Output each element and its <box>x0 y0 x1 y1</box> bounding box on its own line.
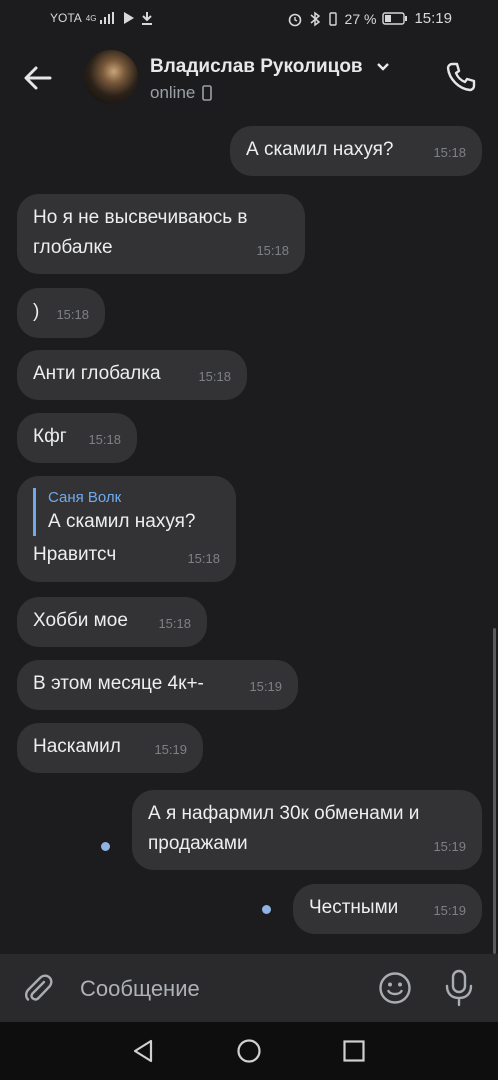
message-text: Анти глобалка <box>33 363 161 384</box>
message-time: 15:19 <box>433 839 466 854</box>
mobile-icon <box>202 85 213 101</box>
contact-status-row: online <box>150 83 213 103</box>
message-time: 15:18 <box>88 432 121 447</box>
reply-quote[interactable]: Саня Волк А скамил нахуя? <box>33 488 220 536</box>
chat-header: Владислав Руколицов online <box>0 38 498 116</box>
play-icon <box>124 12 135 24</box>
message-text: А я нафармил 30к обменами и <box>148 803 420 824</box>
message-text: Хобби мое <box>33 610 128 631</box>
message-bubble-outgoing[interactable]: А скамил нахуя? 15:18 <box>230 126 482 176</box>
bluetooth-icon <box>310 11 320 26</box>
signal-icon <box>100 12 115 24</box>
contact-status: online <box>150 83 196 102</box>
message-time: 15:18 <box>256 243 289 258</box>
message-bubble-incoming[interactable]: Хобби мое 15:18 <box>17 597 207 647</box>
message-bubble-outgoing[interactable]: А я нафармил 30к обменами и продажами 15… <box>132 790 482 870</box>
phone-icon[interactable] <box>444 60 478 94</box>
nav-home-icon[interactable] <box>236 1038 262 1064</box>
message-time: 15:18 <box>433 145 466 160</box>
message-text: В этом месяце 4к+- <box>33 673 204 694</box>
download-icon <box>142 12 153 25</box>
battery-percent: 27 % <box>344 10 377 27</box>
status-bar: YOTA 4G 27 % 15:19 <box>0 0 498 38</box>
arrow-left-icon[interactable] <box>22 62 54 94</box>
message-text: ) <box>33 301 40 322</box>
nav-recents-icon[interactable] <box>341 1038 367 1064</box>
message-text-line2: глобалке <box>33 237 113 258</box>
message-time: 15:19 <box>433 903 466 918</box>
message-time: 15:19 <box>154 742 187 757</box>
contact-name: Владислав Руколицов <box>150 56 363 77</box>
message-time: 15:18 <box>56 307 89 322</box>
message-bubble-incoming[interactable]: Анти глобалка 15:18 <box>17 350 247 400</box>
paperclip-icon[interactable] <box>22 972 54 1004</box>
avatar[interactable] <box>84 50 138 104</box>
battery-icon <box>382 12 408 25</box>
message-bubble-incoming[interactable]: В этом месяце 4к+- 15:19 <box>17 660 298 710</box>
message-text: Но я не высвечиваюсь в <box>33 207 248 228</box>
message-time: 15:18 <box>158 616 191 631</box>
message-bubble-incoming[interactable]: Наскамил 15:19 <box>17 723 203 773</box>
nav-back-icon[interactable] <box>130 1038 156 1064</box>
emoji-icon[interactable] <box>378 971 412 1005</box>
message-composer: Сообщение <box>0 954 498 1022</box>
message-bubble-incoming[interactable]: ) 15:18 <box>17 288 105 338</box>
message-text: Наскамил <box>33 736 121 757</box>
clock: 15:19 <box>414 10 452 27</box>
status-right: 27 % 15:19 <box>287 10 452 27</box>
system-nav-bar <box>0 1022 498 1080</box>
unread-dot <box>101 842 110 851</box>
chevron-down-icon <box>377 63 389 71</box>
message-time: 15:18 <box>187 551 220 566</box>
vibrate-icon <box>328 11 337 26</box>
unread-dot <box>262 905 271 914</box>
status-left: YOTA 4G <box>50 11 154 25</box>
message-text: А скамил нахуя? <box>246 139 394 160</box>
carrier-label: YOTA <box>50 11 82 25</box>
alarm-icon <box>288 13 301 26</box>
reply-author: Саня Волк <box>48 489 122 506</box>
message-bubble-incoming[interactable]: Кфг 15:18 <box>17 413 137 463</box>
message-bubble-outgoing[interactable]: Честными 15:19 <box>293 884 482 934</box>
message-text: Честными <box>309 897 399 918</box>
message-list[interactable]: А скамил нахуя? 15:18 Но я не высвечиваю… <box>0 116 498 954</box>
microphone-icon[interactable] <box>444 969 474 1007</box>
message-time: 15:18 <box>198 369 231 384</box>
message-bubble-incoming[interactable]: Но я не высвечиваюсь в глобалке 15:18 <box>17 194 305 274</box>
reply-text: А скамил нахуя? <box>48 511 196 532</box>
message-time: 15:19 <box>249 679 282 694</box>
message-text: Кфг <box>33 426 67 447</box>
message-bubble-reply[interactable]: Саня Волк А скамил нахуя? Нравитсч 15:18 <box>17 476 236 582</box>
contact-name-row[interactable]: Владислав Руколицов <box>150 56 390 78</box>
scrollbar[interactable] <box>493 628 496 954</box>
message-input[interactable]: Сообщение <box>80 976 200 1002</box>
network-type: 4G <box>85 13 97 23</box>
message-text-line2: продажами <box>148 833 248 854</box>
